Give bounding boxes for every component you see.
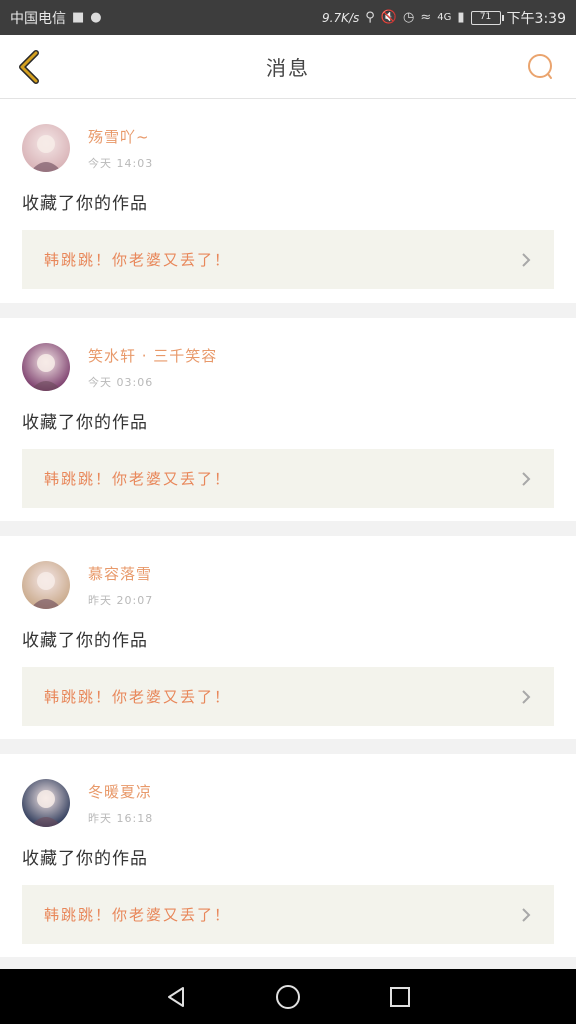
- user-name[interactable]: 殇雪吖~: [88, 126, 153, 147]
- avatar-image: [22, 561, 70, 609]
- chevron-left-icon: [19, 50, 39, 84]
- work-title: 韩跳跳！你老婆又丢了！: [44, 251, 232, 269]
- work-link[interactable]: 韩跳跳！你老婆又丢了！: [22, 885, 554, 944]
- work-title: 韩跳跳！你老婆又丢了！: [44, 470, 232, 488]
- page-title: 消息: [266, 56, 310, 80]
- wifi-icon: ≈: [420, 10, 432, 25]
- avatar[interactable]: [22, 124, 70, 172]
- action-text: 收藏了你的作品: [22, 631, 148, 651]
- search-button[interactable]: [524, 51, 556, 83]
- avatar[interactable]: [22, 779, 70, 827]
- clock-time: 下午3:39: [506, 10, 566, 27]
- mute-icon: 🔇: [380, 10, 398, 25]
- message-list: 殇雪吖~ 今天 14:03 收藏了你的作品 韩跳跳！你老婆又丢了！ 笑水轩 · …: [0, 99, 576, 957]
- back-button[interactable]: [14, 49, 44, 85]
- message-card: 笑水轩 · 三千笑容 今天 03:06 收藏了你的作品 韩跳跳！你老婆又丢了！: [0, 318, 576, 521]
- avatar[interactable]: [22, 561, 70, 609]
- carrier-label: 中国电信: [10, 10, 66, 27]
- avatar-image: [22, 343, 70, 391]
- chevron-right-icon: [522, 471, 531, 486]
- user-name[interactable]: 冬暖夏凉: [88, 781, 153, 802]
- network-type: 4G: [437, 12, 452, 23]
- work-link[interactable]: 韩跳跳！你老婆又丢了！: [22, 449, 554, 508]
- network-speed: 9.7K/s: [322, 10, 360, 25]
- message-time: 昨天 20:07: [88, 594, 154, 607]
- header: 消息: [0, 35, 576, 99]
- user-row: 笑水轩 · 三千笑容 今天 03:06: [22, 318, 554, 391]
- work-link[interactable]: 韩跳跳！你老婆又丢了！: [22, 667, 554, 726]
- search-icon: [528, 54, 552, 79]
- message-time: 昨天 16:18: [88, 812, 154, 825]
- signal-icon: ▮: [457, 10, 465, 25]
- user-name[interactable]: 慕容落雪: [88, 563, 153, 584]
- action-text: 收藏了你的作品: [22, 413, 148, 433]
- message-time: 今天 14:03: [88, 157, 154, 170]
- user-info: 笑水轩 · 三千笑容 今天 03:06: [88, 345, 217, 390]
- message-card: 慕容落雪 昨天 20:07 收藏了你的作品 韩跳跳！你老婆又丢了！: [0, 536, 576, 739]
- work-title: 韩跳跳！你老婆又丢了！: [44, 906, 232, 924]
- nav-back-button[interactable]: [162, 983, 190, 1011]
- avatar[interactable]: [22, 343, 70, 391]
- user-row: 慕容落雪 昨天 20:07: [22, 536, 554, 609]
- triangle-back-icon: [168, 986, 184, 1007]
- nav-recents-button[interactable]: [386, 983, 414, 1011]
- user-info: 慕容落雪 昨天 20:07: [88, 563, 153, 608]
- avatar-image: [22, 779, 70, 827]
- alarm-icon: ◷: [403, 10, 415, 25]
- message-card: 冬暖夏凉 昨天 16:18 收藏了你的作品 韩跳跳！你老婆又丢了！: [0, 754, 576, 957]
- message-time: 今天 03:06: [88, 376, 154, 389]
- chevron-right-icon: [522, 907, 531, 922]
- chevron-right-icon: [522, 252, 531, 267]
- action-text: 收藏了你的作品: [22, 849, 148, 869]
- battery-icon: 71: [470, 10, 504, 25]
- work-title: 韩跳跳！你老婆又丢了！: [44, 688, 232, 706]
- user-info: 冬暖夏凉 昨天 16:18: [88, 781, 153, 826]
- notification-icon: ■: [72, 10, 85, 25]
- nav-home-button[interactable]: [274, 983, 302, 1011]
- user-row: 冬暖夏凉 昨天 16:18: [22, 754, 554, 827]
- user-name[interactable]: 笑水轩 · 三千笑容: [88, 345, 217, 366]
- square-recents-icon: [390, 986, 410, 1007]
- chevron-right-icon: [522, 689, 531, 704]
- location-icon: ⚲: [365, 10, 375, 25]
- action-text: 收藏了你的作品: [22, 194, 148, 214]
- system-nav-bar: [0, 969, 576, 1024]
- user-info: 殇雪吖~ 今天 14:03: [88, 126, 153, 171]
- work-link[interactable]: 韩跳跳！你老婆又丢了！: [22, 230, 554, 289]
- user-row: 殇雪吖~ 今天 14:03: [22, 99, 554, 172]
- circle-home-icon: [276, 984, 300, 1009]
- lock-icon: ●: [90, 10, 102, 25]
- status-bar: 中国电信 ■ ● 9.7K/s ⚲ 🔇 ◷ ≈ 4G ▮ 71 下午3:39: [0, 0, 576, 35]
- message-card: 殇雪吖~ 今天 14:03 收藏了你的作品 韩跳跳！你老婆又丢了！: [0, 99, 576, 303]
- avatar-image: [22, 124, 70, 172]
